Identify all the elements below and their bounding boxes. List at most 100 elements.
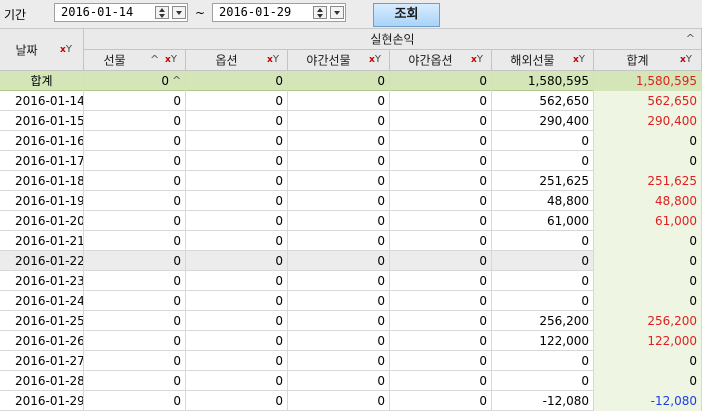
cell-futures[interactable]: 0 [84, 171, 186, 191]
total-row[interactable]: 합계 0 ^ 0 0 0 1,580,595 1,580,595 [0, 71, 702, 91]
cell-futures[interactable]: 0 [84, 211, 186, 231]
cell-overseas-futures[interactable]: 0 [492, 151, 594, 171]
cell-options[interactable]: 0 [186, 231, 288, 251]
cell-options[interactable]: 0 [186, 251, 288, 271]
cell-night-futures[interactable]: 0 [288, 391, 390, 411]
cell-night-futures[interactable]: 0 [288, 131, 390, 151]
cell-options[interactable]: 0 [186, 331, 288, 351]
cell-options[interactable]: 0 [186, 271, 288, 291]
cell-total[interactable]: 1,580,595 [594, 71, 702, 91]
cell-overseas-futures[interactable]: 0 [492, 251, 594, 271]
cell-overseas-futures[interactable]: 0 [492, 231, 594, 251]
cell-total[interactable]: -12,080 [594, 391, 702, 411]
cell-total[interactable]: 122,000 [594, 331, 702, 351]
cell-overseas-futures[interactable]: 290,400 [492, 111, 594, 131]
column-header-futures[interactable]: 선물 ^ xY [84, 50, 186, 71]
cell-night-futures[interactable]: 0 [288, 371, 390, 391]
cell-total[interactable]: 251,625 [594, 171, 702, 191]
cell-options[interactable]: 0 [186, 291, 288, 311]
cell-options[interactable]: 0 [186, 171, 288, 191]
cell-total[interactable]: 0 [594, 371, 702, 391]
cell-overseas-futures[interactable]: 0 [492, 351, 594, 371]
cell-night-options[interactable]: 0 [390, 111, 492, 131]
cell-overseas-futures[interactable]: -12,080 [492, 391, 594, 411]
column-header-night-options[interactable]: 야간옵션 xY [390, 50, 492, 71]
cell-options[interactable]: 0 [186, 151, 288, 171]
filter-icon[interactable]: xY [165, 55, 177, 66]
cell-night-options[interactable]: 0 [390, 291, 492, 311]
cell-options[interactable]: 0 [186, 351, 288, 371]
cell-night-futures[interactable]: 0 [288, 271, 390, 291]
cell-date[interactable]: 2016-01-14 [0, 91, 84, 111]
cell-night-futures[interactable]: 0 [288, 311, 390, 331]
cell-total[interactable]: 256,200 [594, 311, 702, 331]
cell-night-options[interactable]: 0 [390, 231, 492, 251]
cell-date[interactable]: 2016-01-29 [0, 391, 84, 411]
filter-icon[interactable]: xY [573, 55, 585, 66]
cell-total[interactable]: 0 [594, 251, 702, 271]
cell-options[interactable]: 0 [186, 91, 288, 111]
table-row[interactable]: 2016-01-18 0 0 0 0 251,625 251,625 [0, 171, 702, 191]
query-button[interactable]: 조회 [373, 3, 440, 27]
cell-overseas-futures[interactable]: 0 [492, 371, 594, 391]
cell-night-options[interactable]: 0 [390, 271, 492, 291]
cell-date[interactable]: 2016-01-16 [0, 131, 84, 151]
cell-overseas-futures[interactable]: 0 [492, 271, 594, 291]
sort-caret-up-icon[interactable]: ^ [150, 53, 159, 66]
cell-options[interactable]: 0 [186, 391, 288, 411]
table-row[interactable]: 2016-01-22 0 0 0 0 0 0 [0, 251, 702, 271]
cell-futures[interactable]: 0 [84, 331, 186, 351]
filter-icon[interactable]: xY [60, 44, 72, 55]
cell-total[interactable]: 0 [594, 151, 702, 171]
cell-futures[interactable]: 0 [84, 71, 186, 91]
cell-night-options[interactable]: 0 [390, 391, 492, 411]
cell-overseas-futures[interactable]: 562,650 [492, 91, 594, 111]
table-row[interactable]: 2016-01-23 0 0 0 0 0 0 [0, 271, 702, 291]
cell-overseas-futures[interactable]: 122,000 [492, 331, 594, 351]
cell-night-futures[interactable]: 0 [288, 151, 390, 171]
cell-options[interactable]: 0 [186, 311, 288, 331]
date-from-input[interactable]: 2016-01-14 [54, 3, 188, 22]
cell-futures[interactable]: 0 [84, 131, 186, 151]
table-row[interactable]: 2016-01-16 0 0 0 0 0 0 [0, 131, 702, 151]
table-row[interactable]: 2016-01-28 0 0 0 0 0 0 [0, 371, 702, 391]
cell-total[interactable]: 0 [594, 351, 702, 371]
cell-futures[interactable]: 0 [84, 111, 186, 131]
cell-futures[interactable]: 0 [84, 231, 186, 251]
cell-futures[interactable]: 0 [84, 351, 186, 371]
cell-options[interactable]: 0 [186, 111, 288, 131]
table-row[interactable]: 2016-01-19 0 0 0 0 48,800 48,800 [0, 191, 702, 211]
cell-night-options[interactable]: 0 [390, 211, 492, 231]
cell-overseas-futures[interactable]: 48,800 [492, 191, 594, 211]
cell-options[interactable]: 0 [186, 211, 288, 231]
table-row[interactable]: 2016-01-17 0 0 0 0 0 0 [0, 151, 702, 171]
cell-overseas-futures[interactable]: 251,625 [492, 171, 594, 191]
date-to-dropdown-icon[interactable] [330, 6, 344, 19]
cell-overseas-futures[interactable]: 0 [492, 131, 594, 151]
date-from-spin-icon[interactable] [155, 6, 169, 19]
column-header-night-futures[interactable]: 야간선물 xY [288, 50, 390, 71]
cell-night-options[interactable]: 0 [390, 251, 492, 271]
cell-date[interactable]: 2016-01-22 [0, 251, 84, 271]
cell-date[interactable]: 합계 [0, 71, 84, 91]
date-from-dropdown-icon[interactable] [172, 6, 186, 19]
date-to-spin-icon[interactable] [313, 6, 327, 19]
cell-total[interactable]: 61,000 [594, 211, 702, 231]
cell-overseas-futures[interactable]: 1,580,595 [492, 71, 594, 91]
cell-night-futures[interactable]: 0 [288, 331, 390, 351]
column-header-overseas-futures[interactable]: 해외선물 xY [492, 50, 594, 71]
cell-night-futures[interactable]: 0 [288, 191, 390, 211]
cell-night-options[interactable]: 0 [390, 151, 492, 171]
cell-night-futures[interactable]: 0 [288, 91, 390, 111]
cell-night-options[interactable]: 0 [390, 71, 492, 91]
table-row[interactable]: 2016-01-20 0 0 0 0 61,000 61,000 [0, 211, 702, 231]
table-row[interactable]: 2016-01-27 0 0 0 0 0 0 [0, 351, 702, 371]
cell-date[interactable]: 2016-01-18 [0, 171, 84, 191]
cell-night-options[interactable]: 0 [390, 91, 492, 111]
cell-total[interactable]: 290,400 [594, 111, 702, 131]
table-row[interactable]: 2016-01-29 0 0 0 0 -12,080 -12,080 [0, 391, 702, 411]
cell-date[interactable]: 2016-01-15 [0, 111, 84, 131]
cell-date[interactable]: 2016-01-21 [0, 231, 84, 251]
filter-icon[interactable]: xY [680, 55, 692, 66]
cell-overseas-futures[interactable]: 256,200 [492, 311, 594, 331]
